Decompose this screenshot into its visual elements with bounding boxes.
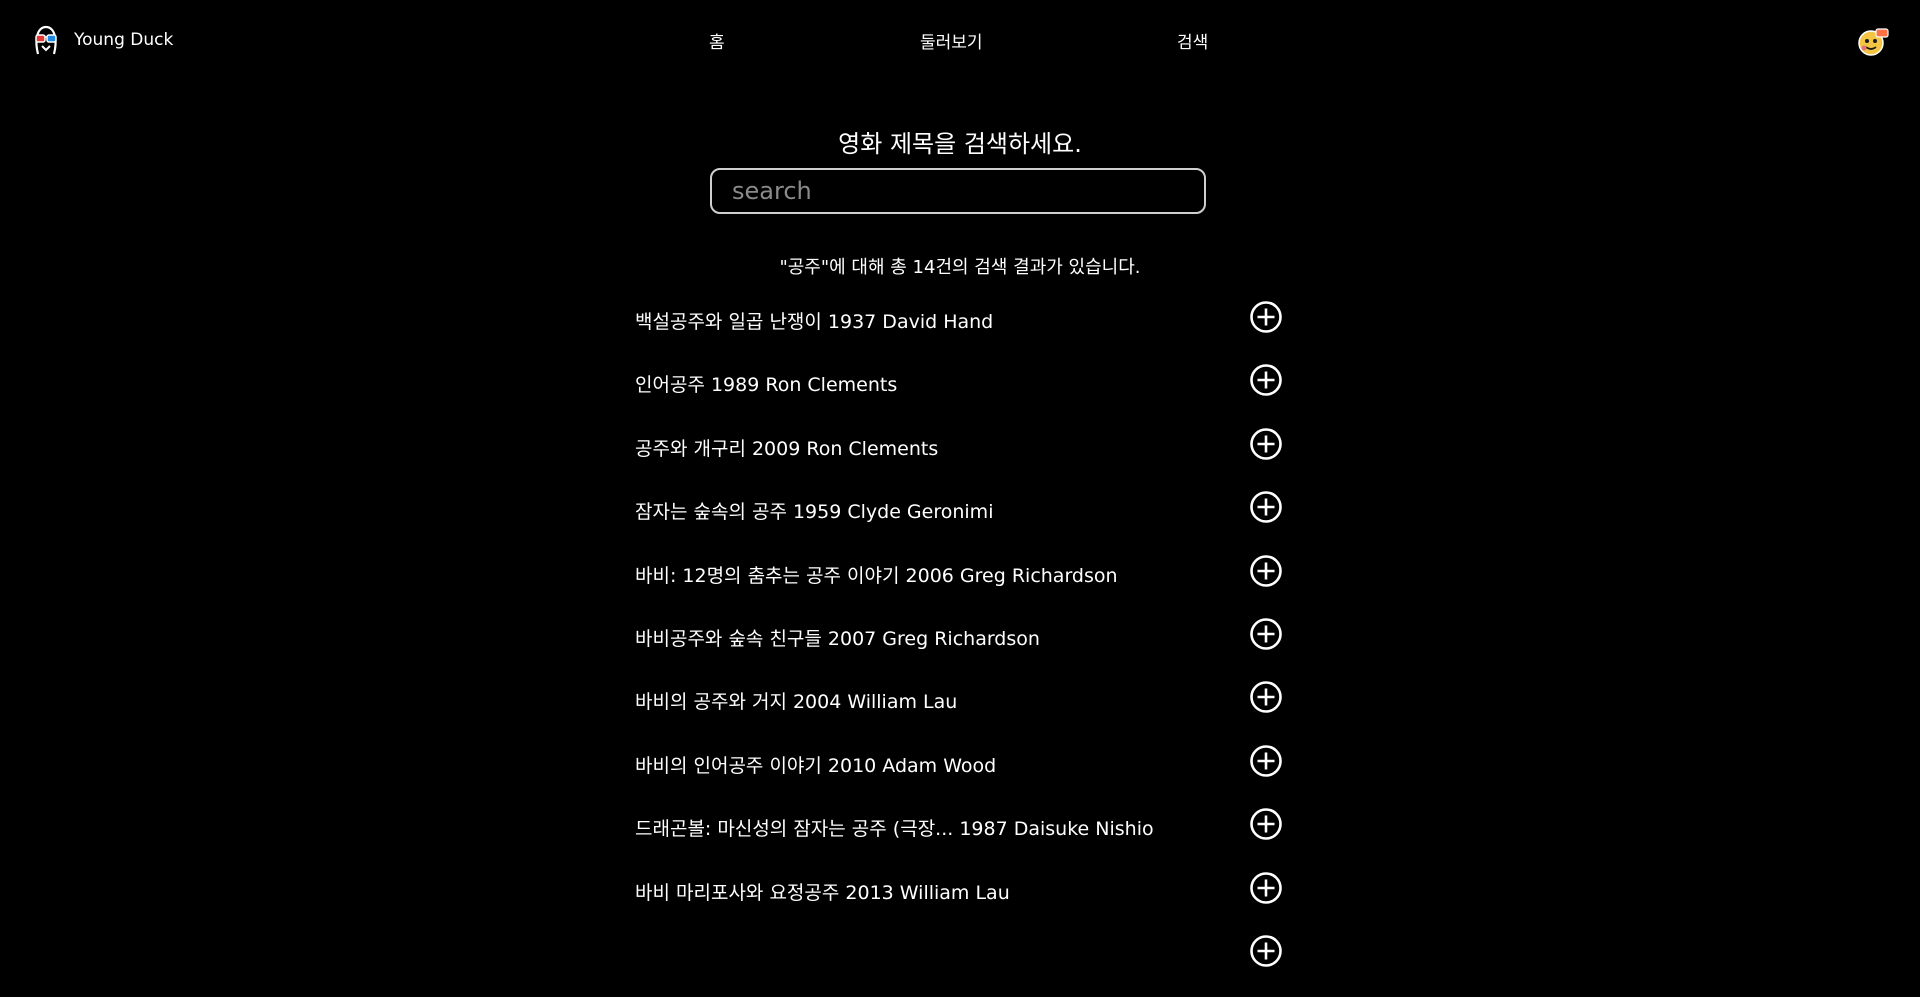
nav-item-browse[interactable]: 둘러보기 (920, 28, 983, 53)
movie-title-link[interactable]: 인어공주 1989 Ron Clements (635, 370, 897, 397)
list-item: 바비 마리포사와 요정공주 2013 William Lau (635, 871, 1285, 934)
movie-title-link[interactable]: 백설공주와 일곱 난쟁이 1937 David Hand (635, 307, 993, 334)
movie-title-link[interactable]: 드래곤볼: 마신성의 잠자는 공주 (극장... 1987 Daisuke Ni… (635, 814, 1154, 841)
plus-circle-icon[interactable] (1249, 617, 1283, 651)
plus-circle-icon[interactable] (1249, 363, 1283, 397)
movie-title-link[interactable]: 잠자는 숲속의 공주 1959 Clyde Geronimi (635, 497, 993, 524)
plus-circle-icon[interactable] (1249, 934, 1283, 968)
list-item: 바비의 인어공주 이야기 2010 Adam Wood (635, 744, 1285, 807)
movie-title-link[interactable]: 바비의 인어공주 이야기 2010 Adam Wood (635, 751, 996, 778)
list-item: 바비의 공주와 거지 2004 William Lau (635, 680, 1285, 743)
list-item: 잠자는 숲속의 공주 1959 Clyde Geronimi (635, 490, 1285, 553)
plus-circle-icon[interactable] (1249, 300, 1283, 334)
top-nav-bar: Young Duck 홈 둘러보기 검색 (0, 0, 1920, 80)
plus-circle-icon[interactable] (1249, 807, 1283, 841)
plus-circle-icon[interactable] (1249, 427, 1283, 461)
duck-3d-glasses-icon (35, 25, 57, 55)
search-result-summary: "공주"에 대해 총 14건의 검색 결과가 있습니다. (779, 257, 1141, 278)
list-item: 백설공주와 일곱 난쟁이 1937 David Hand (635, 300, 1285, 363)
nav-item-search[interactable]: 검색 (1177, 28, 1208, 53)
search-results-list: 백설공주와 일곱 난쟁이 1937 David Hand 인어공주 1989 R… (635, 300, 1285, 997)
search-input[interactable] (710, 168, 1206, 214)
list-item: 인어공주 1989 Ron Clements (635, 363, 1285, 426)
brand-logo[interactable]: Young Duck (30, 22, 173, 58)
plus-circle-icon[interactable] (1249, 680, 1283, 714)
list-item: 드래곤볼: 마신성의 잠자는 공주 (극장... 1987 Daisuke Ni… (635, 807, 1285, 870)
plus-circle-icon[interactable] (1249, 871, 1283, 905)
plus-circle-icon[interactable] (1249, 554, 1283, 588)
list-item (635, 934, 1285, 997)
list-item: 바비: 12명의 춤추는 공주 이야기 2006 Greg Richardson (635, 554, 1285, 617)
list-item: 바비공주와 숲속 친구들 2007 Greg Richardson (635, 617, 1285, 680)
movie-title-link[interactable]: 바비의 공주와 거지 2004 William Lau (635, 687, 957, 714)
brand-name: Young Duck (74, 30, 174, 50)
movie-title-link[interactable]: 바비: 12명의 춤추는 공주 이야기 2006 Greg Richardson (635, 561, 1118, 588)
nav-item-home[interactable]: 홈 (709, 28, 725, 53)
movie-title-link[interactable]: 공주와 개구리 2009 Ron Clements (635, 434, 938, 461)
plus-circle-icon[interactable] (1249, 744, 1283, 778)
movie-title-link[interactable]: 바비공주와 숲속 친구들 2007 Greg Richardson (635, 624, 1040, 651)
list-item: 공주와 개구리 2009 Ron Clements (635, 427, 1285, 490)
movie-title-link[interactable]: 바비 마리포사와 요정공주 2013 William Lau (635, 878, 1010, 905)
user-avatar-icon[interactable] (1856, 24, 1890, 58)
search-heading: 영화 제목을 검색하세요. (838, 130, 1082, 158)
plus-circle-icon[interactable] (1249, 490, 1283, 524)
